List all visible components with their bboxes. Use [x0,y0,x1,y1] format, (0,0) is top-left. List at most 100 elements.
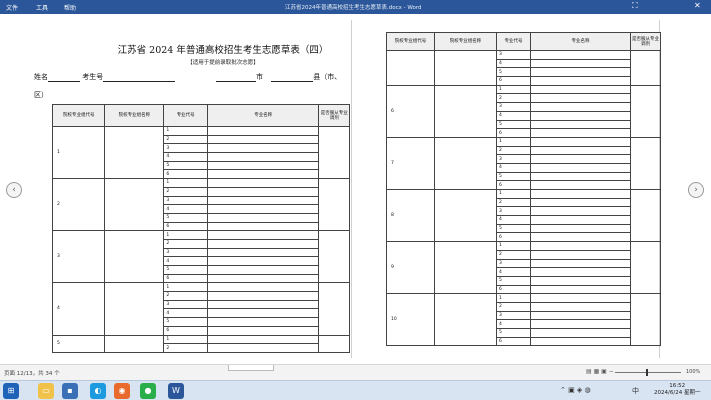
major-code-cell[interactable]: 4 [163,152,209,162]
major-name-cell[interactable] [207,160,320,171]
group-name-cell[interactable] [434,293,497,347]
major-name-cell[interactable] [207,273,320,284]
horizontal-scrollbar[interactable] [228,365,274,371]
adjust-cell[interactable] [318,334,350,353]
major-code-cell[interactable]: 3 [496,206,531,217]
major-name-cell[interactable] [207,178,320,188]
major-name-cell[interactable] [207,256,320,266]
major-name-cell[interactable] [530,180,631,190]
group-name-cell[interactable] [104,334,165,353]
major-code-cell[interactable]: 2 [496,249,531,260]
major-code-cell[interactable]: 1 [496,241,531,251]
major-name-cell[interactable] [207,334,320,345]
major-name-cell[interactable] [530,110,631,121]
adjust-cell[interactable] [318,282,350,336]
group-code-cell[interactable]: 1 [51,125,106,180]
group-name-cell[interactable] [104,282,165,336]
major-code-cell[interactable]: 4 [163,256,209,266]
input-language[interactable]: 中 [632,386,639,396]
major-code-cell[interactable]: 3 [163,247,209,258]
major-name-cell[interactable] [207,204,320,214]
major-code-cell[interactable]: 4 [496,215,531,225]
major-code-cell[interactable]: 2 [163,238,209,249]
major-name-cell[interactable] [530,76,631,86]
major-code-cell[interactable]: 6 [163,273,209,284]
major-name-cell[interactable] [530,232,631,243]
major-code-cell[interactable]: 6 [496,336,531,347]
major-name-cell[interactable] [530,275,631,286]
major-code-cell[interactable]: 2 [496,93,531,104]
major-name-cell[interactable] [530,319,631,329]
major-code-cell[interactable]: 3 [163,299,209,310]
adjust-cell[interactable] [630,188,661,243]
major-name-cell[interactable] [207,265,320,275]
major-name-cell[interactable] [530,145,631,156]
app-icon[interactable]: ▪ [62,383,78,399]
major-name-cell[interactable] [530,206,631,217]
major-name-cell[interactable] [530,310,631,321]
major-name-cell[interactable] [530,249,631,260]
major-code-cell[interactable]: 2 [163,186,209,197]
major-code-cell[interactable]: 4 [496,162,531,173]
major-name-cell[interactable] [530,267,631,277]
adjust-cell[interactable] [318,125,350,180]
group-code-cell[interactable] [386,50,435,86]
major-name-cell[interactable] [207,238,320,249]
major-name-cell[interactable] [207,343,320,353]
zoom-level[interactable]: 100% [686,369,700,375]
chevron-right-icon[interactable]: › [688,182,704,198]
major-name-cell[interactable] [530,67,631,78]
adjust-cell[interactable] [318,230,350,284]
major-name-cell[interactable] [207,308,320,319]
group-code-cell[interactable]: 2 [51,178,106,232]
city-blank[interactable] [216,74,256,82]
major-name-cell[interactable] [530,258,631,269]
major-name-cell[interactable] [530,102,631,112]
major-name-cell[interactable] [530,197,631,208]
major-code-cell[interactable]: 5 [496,275,531,286]
major-code-cell[interactable]: 4 [163,204,209,214]
wechat-icon[interactable]: ● [140,383,156,399]
major-name-cell[interactable] [207,134,320,145]
adjust-cell[interactable] [630,84,661,138]
major-code-cell[interactable]: 3 [496,310,531,321]
major-code-cell[interactable]: 5 [163,265,209,275]
group-name-cell[interactable] [434,136,497,191]
menu-help[interactable]: 帮助 [64,3,76,12]
major-code-cell[interactable]: 6 [496,232,531,243]
tray-icons[interactable]: ⌃ ▣ ◈ ◍ [560,386,591,394]
group-code-cell[interactable]: 9 [386,241,435,295]
major-code-cell[interactable]: 6 [496,76,531,86]
major-code-cell[interactable]: 3 [163,143,209,154]
major-code-cell[interactable]: 1 [163,178,209,188]
major-name-cell[interactable] [530,336,631,347]
major-name-cell[interactable] [207,143,320,154]
group-code-cell[interactable]: 8 [386,188,435,243]
major-name-cell[interactable] [530,215,631,225]
major-name-cell[interactable] [207,195,320,206]
major-name-cell[interactable] [530,93,631,104]
major-code-cell[interactable]: 1 [163,230,209,240]
start-icon[interactable]: ⊞ [3,383,19,399]
adjust-cell[interactable] [630,293,661,347]
major-code-cell[interactable]: 3 [496,102,531,112]
name-blank[interactable] [48,74,80,82]
zoom-slider-handle[interactable] [646,369,648,376]
major-name-cell[interactable] [530,293,631,303]
major-code-cell[interactable]: 5 [496,171,531,182]
adjust-cell[interactable] [630,136,661,191]
group-name-cell[interactable] [434,84,497,138]
major-name-cell[interactable] [207,291,320,301]
group-code-cell[interactable]: 6 [386,84,435,138]
major-code-cell[interactable]: 5 [496,328,531,338]
close-icon[interactable]: ✕ [694,1,701,10]
major-name-cell[interactable] [207,247,320,258]
county-blank[interactable] [271,74,314,82]
exam-blank[interactable] [103,74,176,82]
major-code-cell[interactable]: 4 [496,267,531,277]
major-name-cell[interactable] [530,171,631,182]
major-code-cell[interactable]: 4 [496,319,531,329]
major-code-cell[interactable]: 1 [496,136,531,147]
major-code-cell[interactable]: 6 [163,325,209,336]
group-name-cell[interactable] [434,50,497,86]
